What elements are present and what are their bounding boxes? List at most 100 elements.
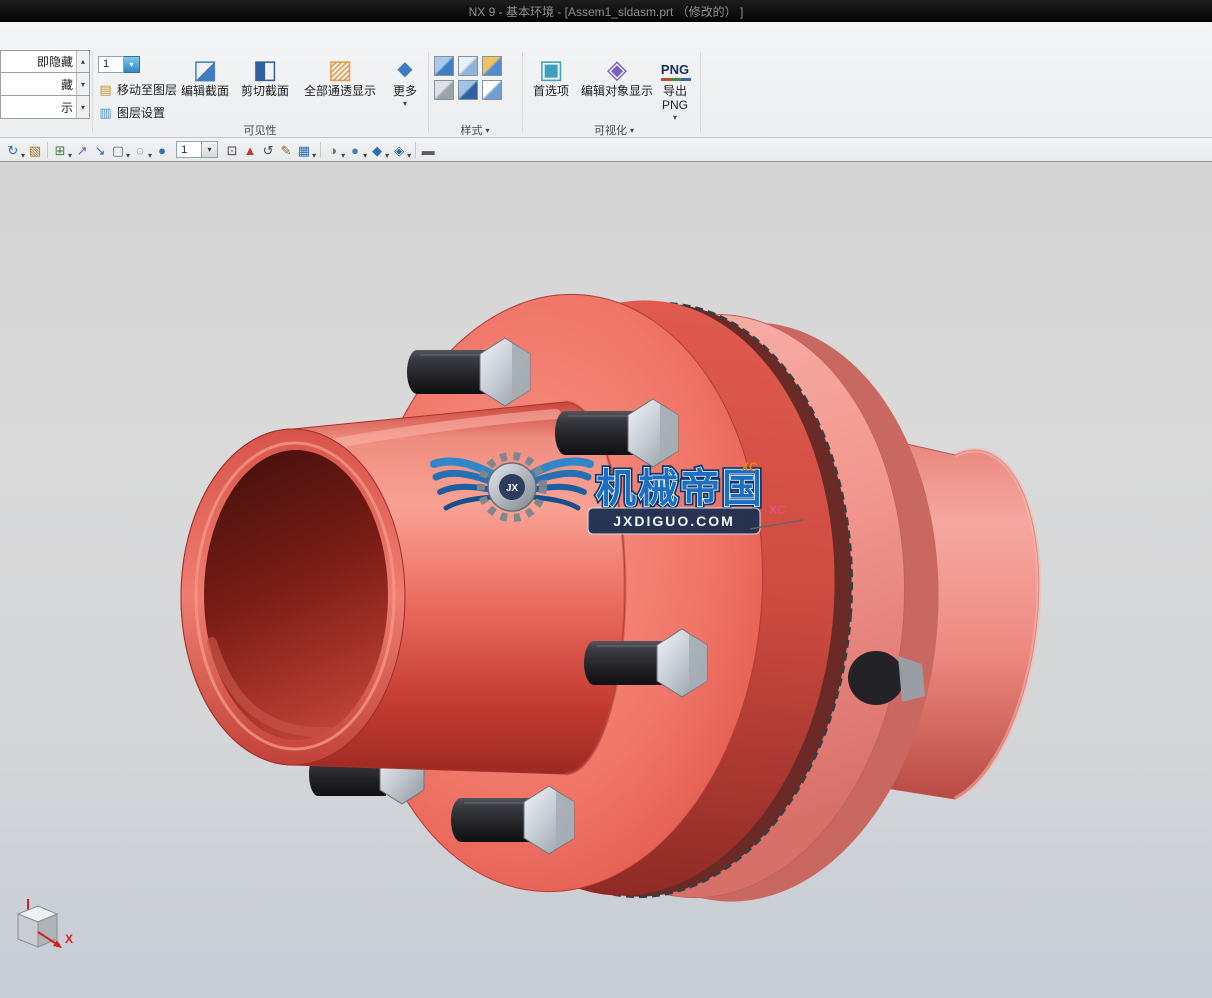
group-divider <box>92 52 93 132</box>
show-translucent-button[interactable]: ▨ 全部通透显示 <box>296 53 384 99</box>
gallery-row-label: 示 <box>60 100 73 115</box>
work-layer-combo[interactable]: 1 ▾ <box>176 141 219 159</box>
toolbar-separator <box>47 141 49 158</box>
edit-section-label: 编辑截面 <box>180 84 229 98</box>
expand-collapse-icon[interactable]: ⊞ ▾ <box>51 140 73 160</box>
preferences-button[interactable]: ▣ 首选项 <box>528 53 574 99</box>
chevron-down-icon: ▾ <box>485 125 490 135</box>
chevron-down-icon: ▾ <box>629 125 634 135</box>
clip-section-icon: ◧ <box>252 54 278 84</box>
visibility-group-label: 可见性 <box>243 125 277 137</box>
preferences-icon: ▣ <box>538 54 564 84</box>
group-divider <box>428 52 429 132</box>
viewport-3d[interactable]: JX 机械帝国 机械帝国 JXDIGUO.COM XC XC X <box>0 162 1212 998</box>
facet-settings-icon[interactable]: ◈ ▾ <box>390 140 412 160</box>
grid-display-icon[interactable]: ▦ ▾ <box>295 140 317 160</box>
preferences-label: 首选项 <box>532 84 569 98</box>
window-titlebar: NX 9 - 基本环境 - [Assem1_sldasm.prt （修改的） ] <box>0 0 1212 22</box>
render-style-cube[interactable] <box>482 56 502 76</box>
ribbon: 即隐藏 ▴ 藏 ▾ 示 ▾ 1 ▾ ▤ 移动至图层 ▥ 图层设置 ◪ 编辑截面 ◧ 剪切截… <box>0 22 1212 138</box>
chevron-down-icon: ▾ <box>672 112 677 122</box>
pan-icon[interactable]: ↘ <box>91 140 109 160</box>
layer-combo-value[interactable]: 1 <box>98 55 124 73</box>
render-style-cube[interactable] <box>482 80 502 100</box>
toolbar-separator <box>415 141 417 158</box>
more-label: 更多 <box>392 84 417 98</box>
gallery-row[interactable]: 示 ▾ <box>0 96 90 119</box>
zoom-box-icon[interactable]: ⊡ <box>223 140 241 160</box>
style-group-label: 样式 ▾ <box>460 125 490 137</box>
png-icon: PNG <box>660 53 692 85</box>
csys-icon[interactable]: ▲ <box>241 140 259 160</box>
render-style-cube[interactable] <box>434 80 454 100</box>
edit-object-display-button[interactable]: ◈ 编辑对象显示 <box>576 53 658 99</box>
layer-settings-button[interactable]: ▥ 图层设置 <box>98 102 165 122</box>
edit-object-display-label: 编辑对象显示 <box>580 84 653 98</box>
layer-combo-dropdown[interactable]: ▾ <box>124 55 140 73</box>
gallery-scroll-arrow[interactable]: ▾ <box>76 73 89 95</box>
show-translucent-label: 全部通透显示 <box>303 84 376 98</box>
fit-view-icon[interactable]: ↻ ▾ <box>4 140 26 160</box>
snap-sphere-icon[interactable]: ● <box>153 140 171 160</box>
work-layer-value[interactable]: 1 <box>176 141 203 158</box>
export-png-button[interactable]: PNG 导出PNG ▾ <box>652 53 698 122</box>
layer-combo[interactable]: 1 ▾ <box>98 55 140 73</box>
chevron-down-icon: ▾ <box>363 150 368 160</box>
ruler-icon[interactable]: ▬ <box>419 140 437 160</box>
chevron-down-icon: ▾ <box>129 59 134 69</box>
watermark-subtitle: JXDIGUO.COM <box>613 513 735 529</box>
toolbar2-left: ↻ ▾ ▧ ⊞ ▾ ↗ ↘ ▢ ▾ ◌ ▾ ● <box>4 140 171 160</box>
toolbar-separator <box>320 141 322 158</box>
chevron-down-icon: ▾ <box>126 150 131 160</box>
chevron-down-icon: ▾ <box>207 145 212 154</box>
orientation-triad: X <box>16 899 73 948</box>
gear-monogram: JX <box>506 483 519 494</box>
gallery-rows: 即隐藏 ▴ 藏 ▾ 示 ▾ <box>0 50 90 119</box>
move-to-layer-icon: ▤ <box>99 81 112 97</box>
layer-settings-label: 图层设置 <box>117 105 166 120</box>
chevron-down-icon: ▾ <box>312 150 317 160</box>
gallery-scroll-arrow[interactable]: ▴ <box>76 51 89 72</box>
tube-bore <box>204 450 388 740</box>
shaded-view-icon[interactable]: ● ▾ <box>346 140 368 160</box>
render-style-cube[interactable] <box>458 56 478 76</box>
triad-x-label: X <box>65 932 73 946</box>
edit-object-display-icon: ◈ <box>607 54 627 84</box>
layer-settings-icon: ▥ <box>99 104 112 120</box>
render-style-cube[interactable] <box>458 80 478 100</box>
chevron-down-icon: ▾ <box>68 150 73 160</box>
window-title: NX 9 - 基本环境 - [Assem1_sldasm.prt （修改的） ] <box>468 4 744 19</box>
render-style-icon[interactable]: ◑ ▾ <box>324 140 346 160</box>
style-cubes <box>434 56 510 100</box>
gallery-row[interactable]: 藏 ▾ <box>0 73 90 96</box>
left-tube <box>180 400 627 776</box>
circle-select-icon[interactable]: ◌ ▾ <box>131 140 153 160</box>
chevron-down-icon: ▾ <box>402 98 407 108</box>
diamond-tool-icon[interactable]: ◆ ▾ <box>368 140 390 160</box>
chevron-down-icon: ▾ <box>21 150 26 160</box>
show-hide-gallery: 即隐藏 ▴ 藏 ▾ 示 ▾ <box>0 50 90 119</box>
move-to-layer-button[interactable]: ▤ 移动至图层 <box>98 79 177 99</box>
gallery-row[interactable]: 即隐藏 ▴ <box>0 50 90 73</box>
brush-icon[interactable]: ✎ <box>277 140 295 160</box>
rotate-view-icon[interactable]: ↺ <box>259 140 277 160</box>
chevron-down-icon: ▾ <box>407 150 412 160</box>
gallery-scroll-arrow[interactable]: ▾ <box>76 96 89 118</box>
refresh-icon[interactable]: ▧ <box>26 140 44 160</box>
clip-section-button[interactable]: ◧ 剪切截面 <box>236 53 294 99</box>
toolbar2-right: ⊡ ▲ ↺ ✎ ▦ ▾ ◑ ▾ ● ▾ ◆ ▾ ◈ ▾ ▬ <box>223 140 437 160</box>
render-style-cube[interactable] <box>434 56 454 76</box>
more-button[interactable]: ◆ 更多 ▾ <box>387 53 423 108</box>
marquee-select-icon[interactable]: ▢ ▾ <box>109 140 131 160</box>
orient-view-icon[interactable]: ↗ <box>73 140 91 160</box>
edit-section-button[interactable]: ◪ 编辑截面 <box>176 53 234 99</box>
gallery-row-label: 藏 <box>60 77 73 92</box>
group-divider <box>522 52 523 132</box>
watermark-title: 机械帝国 <box>596 467 764 511</box>
work-layer-dropdown[interactable]: ▾ <box>202 141 219 158</box>
xc-axis-label-top: XC <box>741 460 758 474</box>
group-divider <box>700 52 701 132</box>
clip-section-label: 剪切截面 <box>240 84 289 98</box>
gallery-row-label: 即隐藏 <box>36 55 73 69</box>
utility-toolbar: ↻ ▾ ▧ ⊞ ▾ ↗ ↘ ▢ ▾ ◌ ▾ ● 1 ▾ ⊡ ▲ ↺ ✎ ▦ ▾ ◑ ▾ ● ▾ ◆ ▾ ◈ ▾ ▬ <box>0 138 1212 162</box>
